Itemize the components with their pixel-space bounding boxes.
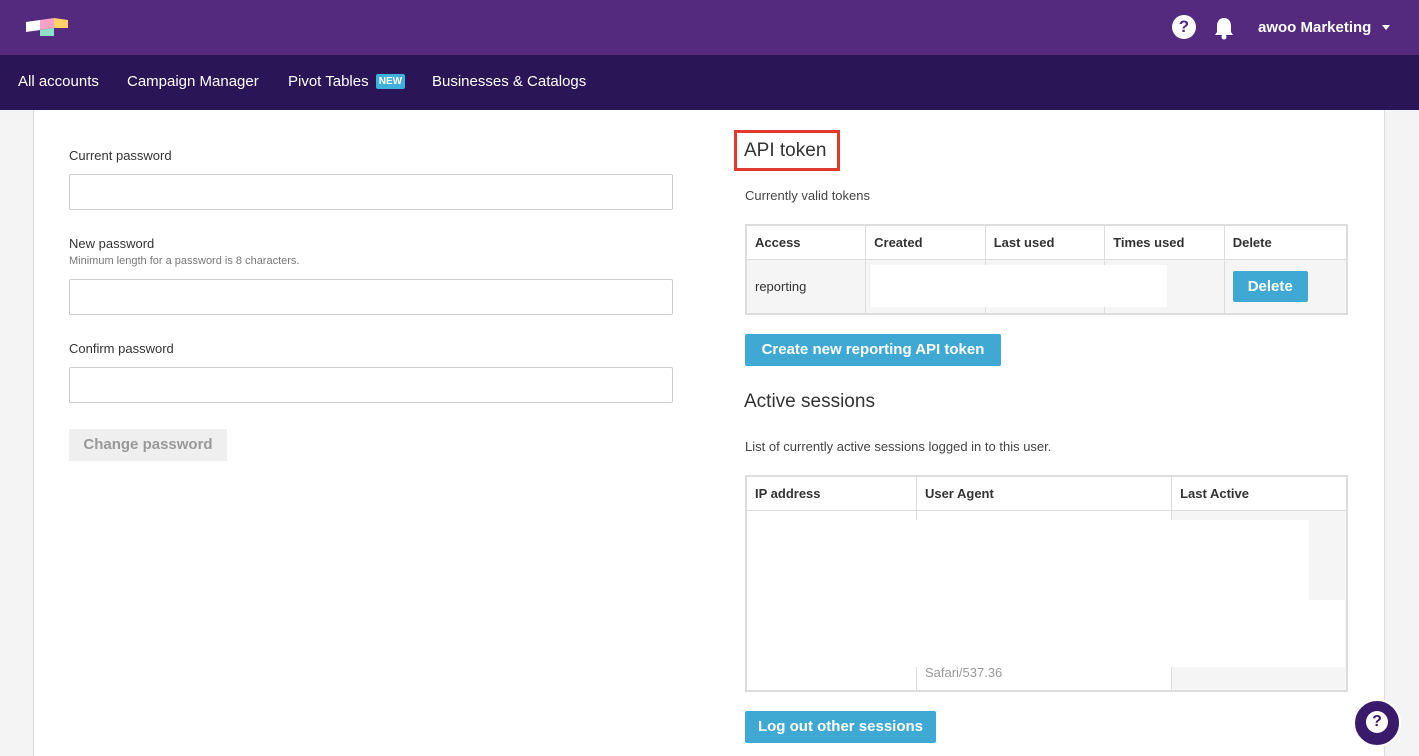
log-out-other-sessions-button[interactable]: Log out other sessions [745, 711, 936, 743]
column-header-last-active: Last Active [1171, 475, 1348, 511]
redacted-token-info [871, 265, 1167, 307]
account-switcher-label[interactable]: awoo Marketing [1258, 19, 1371, 37]
top-bar: ? awoo Marketing [0, 0, 1419, 55]
sessions-table-header: IP address User Agent Last Active [745, 475, 1348, 511]
confirm-password-label: Confirm password [69, 341, 174, 356]
token-delete-cell: Delete [1223, 258, 1348, 315]
active-sessions-title: Active sessions [744, 391, 875, 412]
new-password-input[interactable] [69, 279, 673, 315]
new-password-hint: Minimum length for a password is 8 chara… [69, 255, 300, 267]
api-token-title: API token [744, 140, 827, 161]
api-token-subtitle: Currently valid tokens [745, 188, 870, 203]
nav-item-businesses-catalogs[interactable]: Businesses & Catalogs [432, 73, 586, 91]
redacted-session-info [750, 520, 1309, 601]
change-password-button[interactable]: Change password [69, 429, 227, 461]
chat-question-icon: ? [1366, 711, 1388, 733]
column-header-ip-address: IP address [745, 475, 917, 511]
current-password-input[interactable] [69, 174, 673, 210]
delete-token-button[interactable]: Delete [1232, 270, 1308, 302]
redacted-session-info-lower [750, 600, 1345, 667]
brand-logo-icon[interactable] [26, 18, 68, 36]
create-api-token-button[interactable]: Create new reporting API token [745, 334, 1001, 366]
chat-support-icon[interactable]: ? [1353, 699, 1401, 747]
column-header-access: Access [745, 224, 867, 260]
column-header-user-agent: User Agent [915, 475, 1173, 511]
new-password-label: New password [69, 236, 155, 251]
tokens-table-header: Access Created Last used Times used Dele… [745, 224, 1348, 260]
nav-item-pivot-tables[interactable]: Pivot Tables NEW [288, 73, 406, 91]
active-sessions-subtitle: List of currently active sessions logged… [745, 439, 1052, 454]
nav-item-all-accounts[interactable]: All accounts [18, 73, 99, 91]
column-header-delete: Delete [1223, 224, 1348, 260]
help-icon[interactable]: ? [1172, 15, 1196, 39]
bell-icon[interactable] [1213, 16, 1235, 40]
caret-down-icon[interactable] [1382, 25, 1390, 30]
token-access-cell: reporting [745, 258, 867, 315]
current-password-label: Current password [69, 148, 172, 163]
column-header-created: Created [865, 224, 986, 260]
new-badge: NEW [375, 74, 406, 89]
confirm-password-input[interactable] [69, 367, 673, 403]
nav-item-campaign-manager[interactable]: Campaign Manager [127, 73, 259, 91]
main-nav: All accounts Campaign Manager Pivot Tabl… [0, 55, 1419, 110]
column-header-times-used: Times used [1104, 224, 1225, 260]
column-header-last-used: Last used [984, 224, 1106, 260]
